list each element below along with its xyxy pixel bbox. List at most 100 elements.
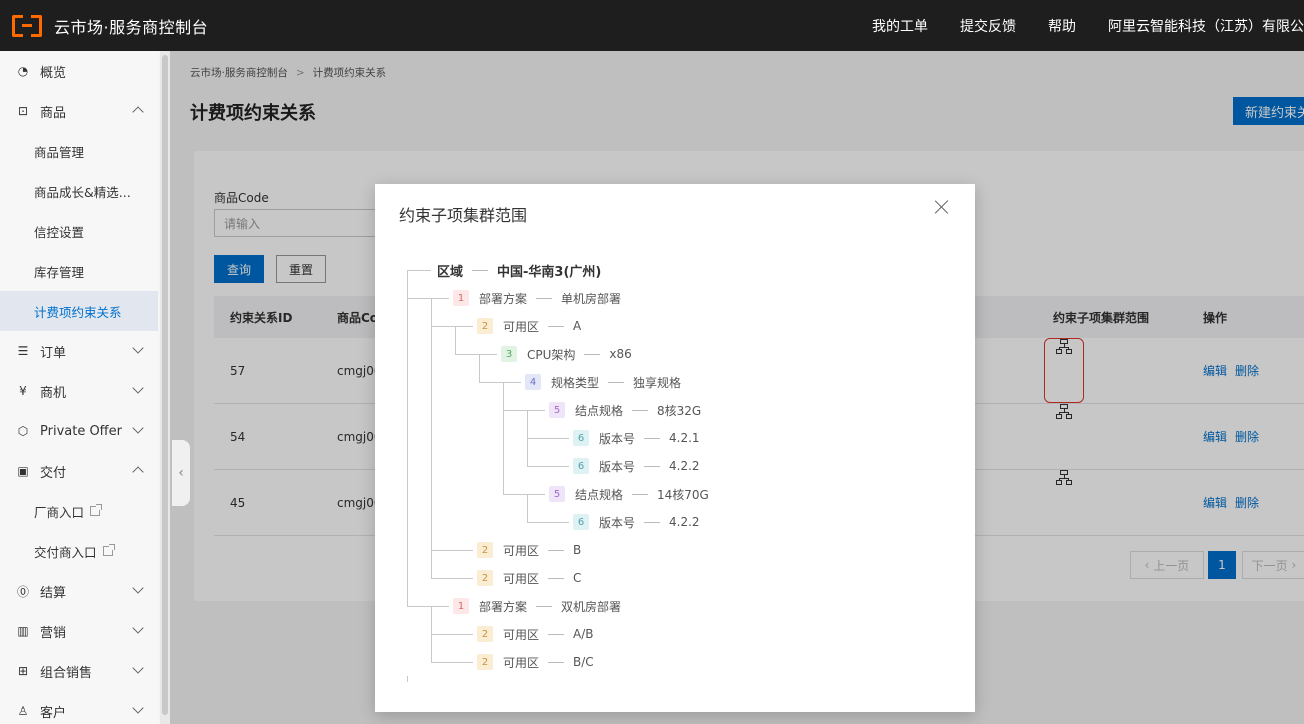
pie-chart-icon: ◔ <box>17 64 29 78</box>
level-badge: 2 <box>477 318 493 334</box>
sidebar-item-label: 订单 <box>40 345 67 361</box>
my-tickets-link[interactable]: 我的工单 <box>856 16 944 36</box>
sidebar-item-settlement[interactable]: ⓪ 结算 <box>0 571 158 611</box>
tree-connector-line <box>431 634 473 635</box>
node-value: 4.2.2 <box>669 459 700 473</box>
sidebar-subitem-delivery-partner-entry[interactable]: 交付商入口 <box>0 531 158 571</box>
sidebar-item-label: 概览 <box>40 65 67 81</box>
tree-connector-line <box>407 298 449 299</box>
node-value: A/B <box>573 627 594 641</box>
node-key: 可用区 <box>503 571 540 586</box>
sidebar-item-label: 交付 <box>40 465 67 481</box>
aliyun-logo-icon[interactable] <box>12 14 42 37</box>
tree-connector-line <box>455 326 456 355</box>
level-badge: 3 <box>501 346 517 362</box>
sidebar-item-customers[interactable]: ♙ 客户 <box>0 691 158 724</box>
sidebar-item-label: 商品 <box>40 105 67 121</box>
scrollbar-thumb[interactable] <box>162 55 168 715</box>
cluster-scope-dialog: 约束子项集群范围 区域 中国-华南3(广州) 1 部署方案 单机房部署 2 可用区 A 3 C… <box>375 184 975 712</box>
sidebar-item-products[interactable]: ⊡ 商品 <box>0 91 158 131</box>
sidebar-item-orders[interactable]: ☰ 订单 <box>0 331 158 371</box>
sidebar-subitem-vendor-entry[interactable]: 厂商入口 <box>0 491 158 531</box>
chevron-down-icon <box>132 382 144 394</box>
sidebar-subitem-product-management[interactable]: 商品管理 <box>0 131 158 171</box>
node-value: 单机房部署 <box>561 291 622 306</box>
tree-connector-line <box>455 354 497 355</box>
level-badge: 2 <box>477 570 493 586</box>
node-connector <box>632 409 649 411</box>
tree-connector-line <box>527 438 569 439</box>
node-value: 独享规格 <box>633 375 682 390</box>
sidebar-item-delivery[interactable]: ▣ 交付 <box>0 451 158 491</box>
tree-connector-line <box>503 382 504 495</box>
chevron-down-icon <box>132 582 144 594</box>
node-key: 版本号 <box>599 431 636 446</box>
tree-connector-line <box>527 466 569 467</box>
node-value: x86 <box>609 347 632 361</box>
tree-connector-line <box>407 270 431 271</box>
level-badge: 2 <box>477 542 493 558</box>
sidebar-subitem-credit-settings[interactable]: 信控设置 <box>0 211 158 251</box>
top-bar: 云市场·服务商控制台 我的工单 提交反馈 帮助 阿里云智能科技（江苏）有限公 <box>0 0 1304 51</box>
chevron-down-icon <box>132 662 144 674</box>
sidebar-item-label: 营销 <box>40 625 67 641</box>
node-connector <box>608 381 625 383</box>
tree-connector-line <box>407 606 449 607</box>
node-key: 区域 <box>437 264 464 280</box>
tree-node-level-1: 1 部署方案 双机房部署 <box>453 596 621 616</box>
tree-node-level-5: 5 结点规格 8核32G <box>549 400 701 420</box>
node-value: C <box>573 571 582 585</box>
tree-connector-line <box>407 676 408 682</box>
node-value: 双机房部署 <box>561 599 622 614</box>
sidebar-subitem-label: 交付商入口 <box>34 544 97 560</box>
level-badge: 1 <box>453 290 469 306</box>
sidebar-item-private-offer[interactable]: ⬡ Private Offer <box>0 411 158 451</box>
node-connector <box>644 521 661 523</box>
tree-node-level-5: 5 结点规格 14核70G <box>549 484 709 504</box>
node-connector <box>472 269 489 271</box>
chevron-down-icon <box>132 422 144 434</box>
sidebar-item-bundle-sales[interactable]: ⊞ 组合销售 <box>0 651 158 691</box>
level-badge: 5 <box>549 486 565 502</box>
sidebar-subitem-product-growth[interactable]: 商品成长&精选... <box>0 171 158 211</box>
node-connector <box>548 661 565 663</box>
level-badge: 6 <box>573 458 589 474</box>
node-value: 4.2.1 <box>669 431 700 445</box>
yen-circle-icon: ⓪ <box>16 584 29 599</box>
sidebar-item-opportunities[interactable]: ¥ 商机 <box>0 371 158 411</box>
sidebar-item-label: 商机 <box>40 385 67 401</box>
node-connector <box>548 633 565 635</box>
tree-node-level-3: 3 CPU架构 x86 <box>501 344 632 364</box>
external-link-icon <box>102 544 115 556</box>
tree-connector-line <box>527 522 569 523</box>
node-connector <box>644 465 661 467</box>
level-badge: 5 <box>549 402 565 418</box>
node-key: 可用区 <box>503 319 540 334</box>
level-badge: 4 <box>525 374 541 390</box>
sidebar-subitem-billing-constraints[interactable]: 计费项约束关系 <box>0 291 158 331</box>
top-nav: 我的工单 提交反馈 帮助 阿里云智能科技（江苏）有限公 <box>856 0 1304 51</box>
node-key: 结点规格 <box>575 403 624 418</box>
user-icon: ♙ <box>17 704 29 718</box>
node-connector <box>632 493 649 495</box>
order-icon: ☰ <box>17 344 29 358</box>
sidebar-item-overview[interactable]: ◔ 概览 <box>0 51 158 91</box>
account-company-menu[interactable]: 阿里云智能科技（江苏）有限公 <box>1092 16 1304 36</box>
node-connector <box>584 353 601 355</box>
node-key: 部署方案 <box>479 291 528 306</box>
node-value: B/C <box>573 655 594 669</box>
node-key: 规格类型 <box>551 375 600 390</box>
node-value: 8核32G <box>657 403 702 418</box>
console-title[interactable]: 云市场·服务商控制台 <box>54 14 208 38</box>
chevron-down-icon <box>132 702 144 714</box>
tree-node-level-2: 2 可用区 C <box>477 568 581 588</box>
tree-node-level-2: 2 可用区 B <box>477 540 581 560</box>
help-link[interactable]: 帮助 <box>1032 16 1092 36</box>
sidebar-item-label: 客户 <box>40 705 67 721</box>
feedback-link[interactable]: 提交反馈 <box>944 16 1032 36</box>
chevron-left-icon: ‹ <box>178 465 184 481</box>
sidebar-collapse-toggle[interactable]: ‹ <box>172 440 190 506</box>
sidebar-scrollbar[interactable] <box>160 51 170 724</box>
sidebar-subitem-inventory[interactable]: 库存管理 <box>0 251 158 291</box>
sidebar-item-marketing[interactable]: ▥ 营销 <box>0 611 158 651</box>
